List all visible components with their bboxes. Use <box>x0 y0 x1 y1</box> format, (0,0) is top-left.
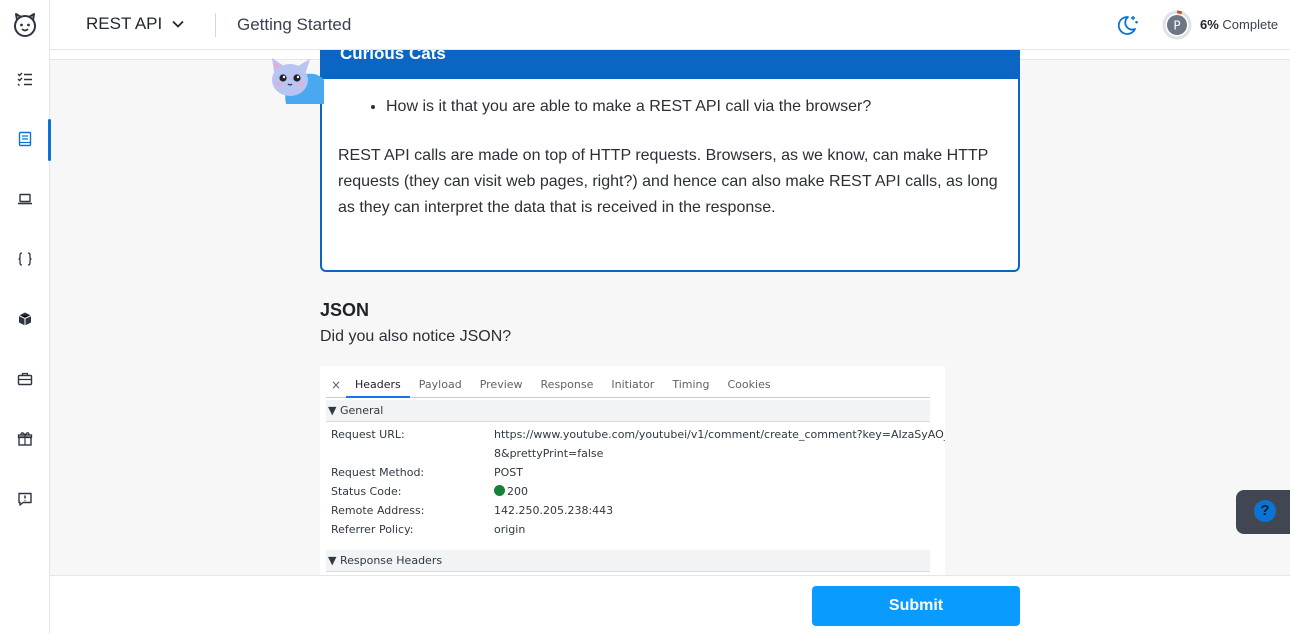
logo-icon[interactable] <box>11 11 39 39</box>
status-code-value: 200 <box>494 482 528 501</box>
sidebar-item-career[interactable] <box>0 359 50 399</box>
status-ok-icon <box>494 485 505 496</box>
gift-icon <box>17 432 33 446</box>
book-icon <box>18 131 32 147</box>
progress-avatar[interactable]: P <box>1162 10 1192 40</box>
avatar-letter: P <box>1173 19 1180 33</box>
sidebar-item-lessons[interactable] <box>0 119 51 161</box>
callout-title: Curious Cats <box>340 50 446 63</box>
help-question-icon: ? <box>1254 500 1276 522</box>
devtools-tab-cookies: Cookies <box>727 377 771 391</box>
devtools-row: Referrer Policy: origin <box>331 520 931 539</box>
devtools-row: Status Code: 200 <box>331 482 931 501</box>
devtools-tab-preview: Preview <box>479 377 523 391</box>
status-code-text: 200 <box>507 485 528 498</box>
devtools-tab-initiator: Initiator <box>611 377 655 391</box>
close-icon: × <box>330 377 342 392</box>
submit-button[interactable]: Submit <box>812 586 1020 626</box>
remote-address-value: 142.250.205.238:443 <box>494 504 614 517</box>
remote-address-key: Remote Address: <box>331 504 425 517</box>
progress-text: 6% Complete <box>1200 17 1278 32</box>
checklist-icon <box>17 72 32 86</box>
referrer-policy-key: Referrer Policy: <box>331 523 414 536</box>
request-method-value: POST <box>494 466 523 479</box>
cat-mascot-icon <box>268 54 324 104</box>
devtools-row: Request Method: POST <box>331 463 931 482</box>
course-title: REST API <box>86 14 163 33</box>
cube-icon <box>18 312 32 326</box>
sidebar-item-projects[interactable] <box>0 299 50 339</box>
request-url-value-cont: 8&prettyPrint=false <box>494 447 604 460</box>
code-braces-icon <box>18 252 32 266</box>
lesson-content: Curious Cats How is it that you are able… <box>50 50 1290 575</box>
callout-body: How is it that you are able to make a RE… <box>322 79 1018 221</box>
devtools-tab-timing: Timing <box>672 377 710 391</box>
sidebar-item-feedback[interactable] <box>0 479 50 519</box>
help-button[interactable]: ? <box>1236 490 1290 534</box>
callout-paragraph: REST API calls are made on top of HTTP r… <box>338 147 998 216</box>
devtools-response-headers-header: ▼ Response Headers <box>326 550 930 572</box>
devtools-tab-headers: Headers <box>346 372 410 398</box>
sidebar-item-code[interactable] <box>0 239 50 279</box>
devtools-row: Request URL: https://www.youtube.com/you… <box>331 425 945 444</box>
course-selector[interactable]: REST API <box>86 14 186 34</box>
top-header: REST API Getting Started P 6% Complete <box>50 0 1290 50</box>
sidebar-item-playground[interactable] <box>0 179 50 219</box>
devtools-general-header: ▼ General <box>326 400 930 422</box>
theme-toggle[interactable] <box>1114 12 1140 38</box>
curious-cats-callout: Curious Cats How is it that you are able… <box>320 50 1020 272</box>
devtools-tab-payload: Payload <box>418 377 462 391</box>
sidebar-item-rewards[interactable] <box>0 419 50 459</box>
moon-stars-icon <box>1117 16 1138 35</box>
callout-bullet: How is it that you are able to make a RE… <box>386 95 1002 119</box>
devtools-row: Remote Address: 142.250.205.238:443 <box>331 501 931 520</box>
section-text: Did you also notice JSON? <box>320 328 512 345</box>
progress-percent: 6% <box>1200 17 1219 32</box>
chevron-down-icon <box>172 20 184 28</box>
devtools-tab-response: Response <box>540 377 594 391</box>
progress-label: Complete <box>1222 17 1279 32</box>
request-url-value: https://www.youtube.com/youtubei/v1/comm… <box>494 428 945 441</box>
section-heading: JSON <box>320 300 370 320</box>
status-code-key: Status Code: <box>331 485 402 498</box>
referrer-policy-value: origin <box>494 523 526 536</box>
footer-bar: Submit <box>50 575 1290 634</box>
devtools-tabbar: × Headers Payload Preview Response Initi… <box>326 372 930 398</box>
header-divider <box>215 13 216 37</box>
devtools-row: 8&prettyPrint=false <box>331 444 931 463</box>
feedback-icon <box>18 492 32 506</box>
devtools-screenshot: × Headers Payload Preview Response Initi… <box>320 366 945 575</box>
lesson-title: Getting Started <box>237 15 352 34</box>
briefcase-icon <box>17 372 33 386</box>
sidebar <box>0 0 51 634</box>
laptop-icon <box>18 193 32 205</box>
request-url-key: Request URL: <box>331 428 405 441</box>
request-method-key: Request Method: <box>331 466 425 479</box>
sidebar-item-checklist[interactable] <box>0 59 50 99</box>
